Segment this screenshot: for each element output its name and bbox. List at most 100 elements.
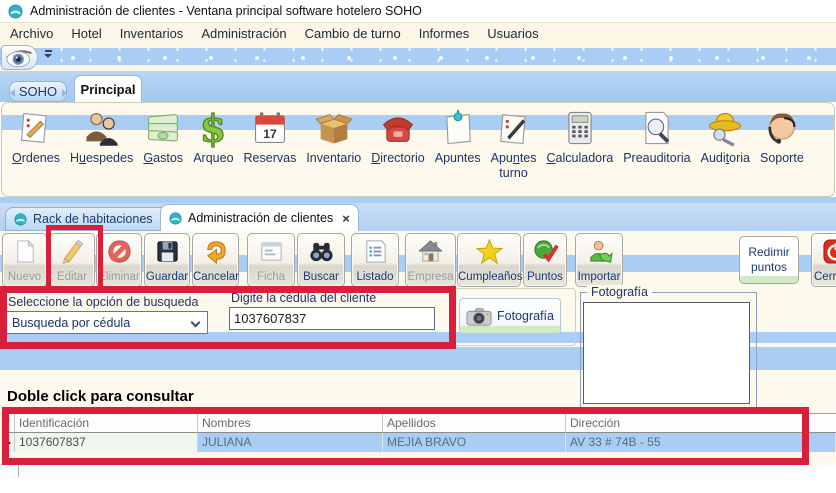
camera-icon: [466, 307, 492, 326]
cell-direccion: AV 33 # 74B - 55: [566, 433, 836, 452]
cumpleanos-button[interactable]: Cumpleaños: [457, 233, 521, 287]
table-row[interactable]: 1037607837 JULIANA MEJIA BRAVO AV 33 # 7…: [2, 433, 836, 452]
eliminar-icon: [97, 236, 141, 266]
cell-identificacion: 1037607837: [15, 433, 198, 452]
cedula-input[interactable]: [229, 307, 435, 330]
cerrar-icon: [812, 236, 836, 266]
tab-soho[interactable]: SOHO: [9, 81, 67, 102]
asterisk-icon: *: [6, 417, 10, 429]
svg-text:$: $: [200, 108, 226, 148]
search-option-select[interactable]: Busqueda por cédula: [6, 311, 208, 334]
ribbon-item-inventario[interactable]: Inventario: [302, 105, 365, 180]
results-table: * Identificación Nombres Apellidos Direc…: [2, 413, 836, 452]
ribbon-item-apuntes[interactable]: Apuntes: [431, 105, 485, 180]
directorio-icon: [378, 105, 418, 151]
importar-icon: [576, 236, 622, 266]
close-tab-icon[interactable]: ×: [342, 211, 350, 226]
reservas-icon: 17: [250, 105, 290, 151]
column-header-direccion[interactable]: Dirección: [566, 414, 836, 433]
ribbon-item-calculadora[interactable]: Calculadora: [543, 105, 618, 180]
row-selector-cell: [2, 433, 15, 452]
calculadora-icon: [560, 105, 600, 151]
menu-item-inventarios[interactable]: Inventarios: [111, 23, 193, 44]
ribbon-item-preauditoria[interactable]: Preauditoria: [619, 105, 694, 180]
eye-icon: [4, 47, 36, 68]
column-header-nombres[interactable]: Nombres: [198, 414, 383, 433]
eliminar-button[interactable]: Eliminar: [96, 233, 142, 287]
empresa-button[interactable]: Empresa: [405, 233, 456, 287]
ribbon-item-apuntes-turno[interactable]: Apuntes turno: [487, 105, 541, 180]
buscar-button[interactable]: Buscar: [297, 233, 345, 287]
ribbon-item-gastos[interactable]: Gastos: [139, 105, 187, 180]
preview-eye-button[interactable]: [1, 45, 38, 70]
menu-item-hotel[interactable]: Hotel: [62, 23, 110, 44]
puntos-button[interactable]: Puntos: [523, 233, 567, 287]
cancelar-button[interactable]: Cancelar: [192, 233, 239, 287]
window-title: Administración de clientes - Ventana pri…: [30, 4, 422, 18]
chevron-down-icon: [191, 318, 201, 328]
ribbon-item-reservas[interactable]: 17 Reservas: [240, 105, 301, 180]
ribbon-toolbar: Ordenes Huespedes Gastos $ Arqueo 17 Res…: [1, 102, 835, 197]
ficha-button[interactable]: Ficha: [247, 233, 295, 287]
doubleclick-hint: Doble click para consultar: [7, 388, 194, 405]
apuntes-icon: [438, 105, 478, 151]
tab-rack-de-habitaciones[interactable]: Rack de habitaciones ×: [5, 207, 178, 231]
fotografia-button[interactable]: Fotografía: [459, 298, 561, 334]
column-header-identificacion[interactable]: Identificación: [15, 414, 198, 433]
button-accent-strip: [460, 326, 560, 333]
row-selector-icon: [5, 439, 11, 447]
ribbon-item-arqueo[interactable]: $ Arqueo: [189, 105, 237, 180]
ribbon-item-auditoria[interactable]: Auditoria: [697, 105, 754, 180]
ribbon-item-directorio[interactable]: Directorio: [367, 105, 429, 180]
search-option-value: Busqueda por cédula: [7, 316, 130, 330]
column-header-apellidos[interactable]: Apellidos: [383, 414, 566, 433]
bottom-area: [0, 465, 836, 493]
cumpleanos-icon: [458, 236, 520, 266]
toolbar-overflow-icon[interactable]: [43, 50, 53, 64]
photo-placeholder: [583, 302, 750, 404]
ficha-icon: [248, 236, 294, 266]
fotografia-groupbox: Fotografía: [580, 292, 757, 408]
decorative-arrow-icon: [62, 89, 67, 97]
decorative-snowflake-stripe: [0, 48, 836, 65]
fotografia-button-label: Fotografía: [497, 309, 554, 323]
redimir-puntos-button[interactable]: Redimir puntos: [739, 236, 799, 284]
inventario-icon: [314, 105, 354, 151]
soho-app-icon: [169, 212, 182, 225]
soho-app-icon: [8, 4, 23, 19]
menu-item-informes[interactable]: Informes: [410, 23, 479, 44]
ribbon-item-soporte[interactable]: Soporte: [756, 105, 808, 180]
buscar-icon: [298, 236, 344, 266]
ordenes-icon: [16, 105, 56, 151]
editar-button[interactable]: Editar: [49, 233, 95, 287]
application-window: Administración de clientes - Ventana pri…: [0, 0, 836, 493]
ribbon-tab-band: SOHO Principal: [0, 71, 836, 102]
cedula-label: Digite la cédula del cliente: [231, 291, 376, 305]
auditoria-icon: [705, 105, 745, 151]
menu-item-archivo[interactable]: Archivo: [1, 23, 62, 44]
search-option-label: Seleccione la opción de busqueda: [8, 295, 198, 309]
nuevo-button[interactable]: Nuevo: [2, 233, 47, 287]
apuntes-turno-icon: [494, 105, 534, 151]
gastos-icon: [143, 105, 183, 151]
guardar-button[interactable]: Guardar: [144, 233, 190, 287]
client-workspace: Seleccione la opción de busqueda Busqued…: [0, 290, 836, 493]
editar-icon: [50, 236, 94, 266]
tab-label: Rack de habitaciones: [33, 212, 153, 226]
selector-header-cell: *: [2, 414, 15, 433]
empresa-icon: [406, 236, 455, 266]
cerrar-button[interactable]: Cerrar: [811, 233, 836, 287]
tab-principal[interactable]: Principal: [74, 75, 142, 102]
listado-button[interactable]: Listado: [351, 233, 399, 287]
menu-item-cambio-de-turno[interactable]: Cambio de turno: [296, 23, 410, 44]
ribbon-item-huespedes[interactable]: Huespedes: [66, 105, 137, 180]
guardar-icon: [145, 236, 189, 266]
menu-item-usuarios[interactable]: Usuarios: [478, 23, 547, 44]
title-bar: Administración de clientes - Ventana pri…: [0, 0, 836, 22]
cell-nombres: JULIANA: [198, 433, 383, 452]
button-accent-strip: [740, 276, 798, 283]
importar-button[interactable]: Importar: [575, 233, 623, 287]
menu-item-administracion[interactable]: Administración: [192, 23, 295, 44]
tab-administracion-de-clientes[interactable]: Administración de clientes ×: [160, 204, 359, 231]
ribbon-item-ordenes[interactable]: Ordenes: [8, 105, 64, 180]
